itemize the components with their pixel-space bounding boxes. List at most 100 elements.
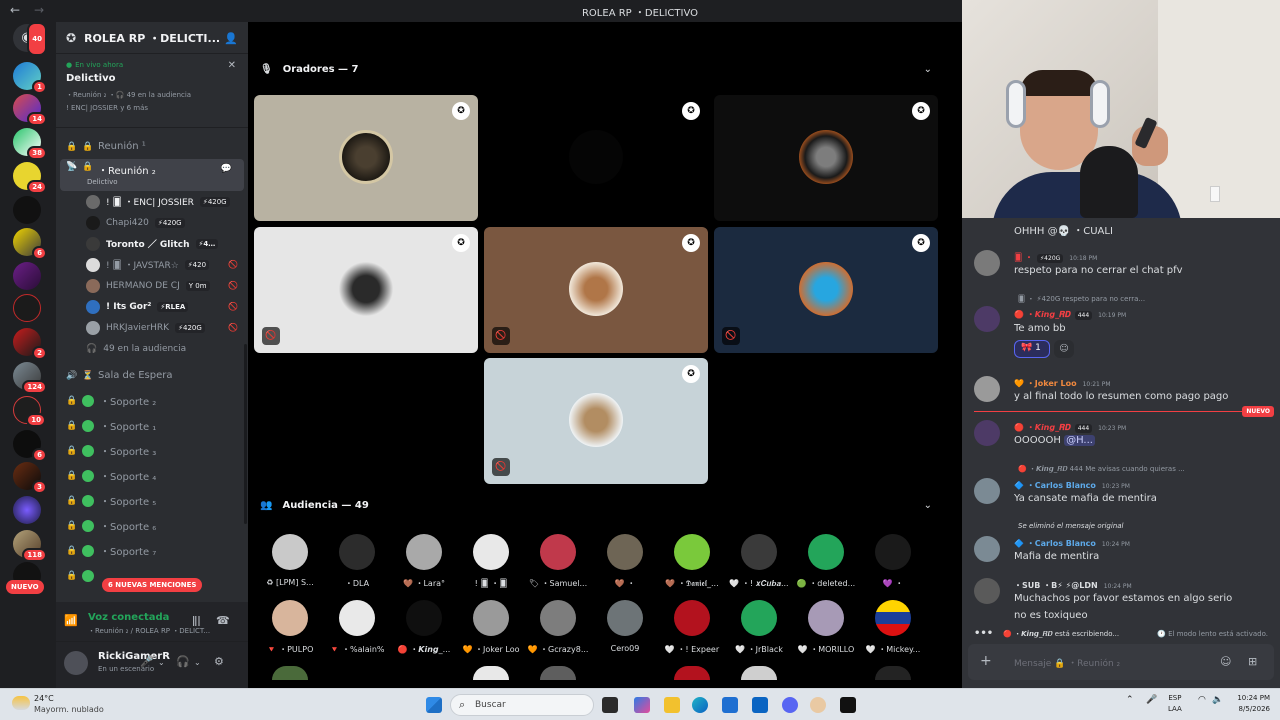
server-icon[interactable]: 118 — [13, 530, 47, 562]
discord-icon[interactable] — [782, 697, 798, 713]
channel-soporte[interactable]: 🔒 ・Soporte ₂ — [56, 388, 248, 413]
audience-member[interactable]: 🤍 ・Mickey... — [859, 600, 927, 655]
channel-reunion-2[interactable]: 📡 🔒 ・Reunión ₂ Delictivo 💬 — [60, 159, 244, 191]
channel-soporte[interactable]: 🔒 ・Soporte ₅ — [56, 488, 248, 513]
wifi-icon[interactable]: ◠ — [1198, 695, 1206, 705]
channel-reunion-1[interactable]: 🔒 🔒 Reunión ¹ — [56, 134, 248, 159]
server-icon[interactable]: 14 — [13, 94, 47, 126]
audience-member[interactable]: 🧡 ・Joker Loo — [457, 600, 525, 655]
speaker-tile[interactable]: ✪ — [254, 95, 478, 221]
audience-header[interactable]: 👥 Audiencia — 49 — [260, 500, 369, 511]
message-input[interactable]: Mensaje 🔒 ・Reunión ₂ — [1014, 656, 1120, 669]
message-composer[interactable]: + Mensaje 🔒 ・Reunión ₂ ☺ ⊞ — [968, 644, 1274, 680]
speaker-tile[interactable]: ✪ 🚫 — [484, 358, 708, 484]
signal-icon[interactable]: 📶 — [64, 614, 78, 627]
add-reaction-icon[interactable]: ☺ — [1054, 340, 1074, 358]
channel-soporte[interactable]: 🔒 ・Soporte ₇ — [56, 538, 248, 563]
member-row[interactable]: ! Its Gor² ⚡RLEA 🚫 — [56, 296, 248, 317]
outlook-icon[interactable] — [752, 697, 768, 713]
speaker-tile[interactable]: ✪ — [484, 95, 708, 221]
server-icon[interactable]: 24 — [13, 162, 47, 194]
audience-member[interactable]: 🔻 ・%alain% — [323, 600, 391, 655]
add-user-icon[interactable]: 👤 — [224, 32, 238, 45]
audience-member[interactable]: ♻ [LPM] S... — [256, 534, 324, 587]
audience-count-row[interactable]: 🎧 49 en la audiencia — [56, 338, 248, 359]
audience-member[interactable]: 🤎 ・𝕯𝖆𝖓𝖎𝖊𝖑_... — [658, 534, 726, 589]
reaction-chip[interactable]: 🎀 1 — [1014, 340, 1050, 358]
volume-icon[interactable]: 🔈 — [1212, 695, 1223, 705]
audience-member[interactable]: 🟢 ・deleted... — [792, 534, 860, 589]
live-stage-card[interactable]: En vivo ahora Delictivo ・Reunión ₂ ・🎧 49… — [56, 54, 248, 128]
headphones-icon[interactable]: 🎧 — [176, 655, 190, 668]
new-mentions-pill[interactable]: NUEVO — [6, 580, 44, 594]
audience-member[interactable]: 🧡 ・Gcrazy8... — [524, 600, 592, 655]
store-icon[interactable] — [722, 697, 738, 713]
direct-messages-icon[interactable]: ◉40 — [13, 22, 47, 56]
chevron-up-icon[interactable]: ⌃ — [1126, 695, 1134, 705]
language-indicator[interactable]: ESP LAA — [1168, 693, 1182, 715]
apps-icon[interactable]: ⊞ — [1248, 655, 1257, 668]
settings-gear-icon[interactable]: ⚙ — [214, 655, 224, 668]
tiktok-icon[interactable] — [840, 697, 856, 713]
speakers-header[interactable]: 🎙 Oradores — 7 — [260, 64, 359, 75]
server-icon[interactable] — [13, 262, 41, 290]
member-row[interactable]: HRKJavierHRK ⚡420G 🚫 — [56, 317, 248, 338]
taskbar-search[interactable]: ⌕ Buscar — [450, 694, 594, 716]
speaker-tile[interactable]: ✪ 🚫 — [714, 227, 938, 353]
copilot-icon[interactable] — [634, 697, 650, 713]
member-row[interactable]: HERMANO DE CJ Y 0m 🚫 — [56, 275, 248, 296]
user-mention[interactable]: @H... — [1064, 435, 1095, 446]
new-mentions-button[interactable]: 6 NUEVAS MENCIONES — [102, 578, 203, 592]
server-header[interactable]: ✪ ROLEA RP ・DELICTI... ⌄ 👤 — [56, 22, 248, 54]
channel-soporte[interactable]: 🔒 ・Soporte ₁ — [56, 413, 248, 438]
audience-member[interactable]: 🤍 ・! 𝒙𝑪𝒖𝒃𝒂... — [725, 534, 793, 589]
app-icon[interactable] — [810, 697, 826, 713]
audience-member[interactable] — [658, 666, 726, 680]
chevron-down-icon[interactable]: ⌄ — [158, 658, 165, 667]
server-icon[interactable]: 38 — [13, 128, 47, 160]
audience-member[interactable]: 🤎 ・ — [591, 534, 659, 589]
noise-suppression-icon[interactable]: ǁǀ — [192, 614, 201, 627]
member-row[interactable]: Toronto ／ Glitch ⚡4… — [56, 233, 248, 254]
member-row[interactable]: ! 🂠 ・ENC| JOSSIER ⚡420G — [56, 191, 248, 212]
audience-member[interactable]: 💜 ・ — [859, 534, 927, 589]
audience-member[interactable]: ・DLA — [323, 534, 391, 589]
audience-member[interactable] — [725, 666, 793, 680]
audience-member[interactable]: 🏷 ・Samuel... — [524, 534, 592, 589]
windows-start-icon[interactable] — [426, 697, 442, 713]
audience-member[interactable]: 🤍 ・MORILLO — [792, 600, 860, 655]
chat-bubble-icon[interactable]: 💬 — [221, 164, 232, 174]
channel-sala-de-espera[interactable]: 🔊 ⏳ Sala de Espera — [56, 363, 248, 388]
audience-member[interactable]: 🔴 ・𝙆𝙞𝙣𝙜_... — [390, 600, 458, 655]
audience-member[interactable] — [859, 666, 927, 680]
chevron-down-icon[interactable]: ⌄ — [924, 500, 932, 511]
server-icon[interactable]: 1 — [13, 62, 47, 94]
server-icon[interactable] — [13, 294, 41, 322]
server-icon[interactable] — [13, 196, 41, 224]
speaker-tile[interactable]: ✪ 🚫 — [484, 227, 708, 353]
task-view-icon[interactable] — [602, 697, 618, 713]
server-icon[interactable]: 6 — [13, 430, 47, 462]
chevron-down-icon[interactable]: ⌄ — [194, 658, 201, 667]
chevron-down-icon[interactable]: ⌄ — [924, 64, 932, 75]
plus-icon[interactable]: + — [980, 653, 992, 669]
close-icon[interactable]: ✕ — [228, 60, 236, 71]
sidebar-scrollbar[interactable] — [244, 344, 247, 524]
audience-member[interactable] — [256, 666, 324, 680]
server-icon[interactable] — [13, 496, 41, 524]
clock[interactable]: 10:24 PM 8/5/2026 — [1226, 693, 1270, 715]
channel-soporte[interactable]: 🔒 ・Soporte ₆ — [56, 513, 248, 538]
channel-soporte[interactable]: 🔒 ・Soporte ₃ — [56, 438, 248, 463]
server-icon[interactable]: 10 — [13, 396, 46, 427]
audience-member[interactable]: Cero09 — [591, 600, 659, 653]
avatar[interactable] — [64, 651, 88, 675]
emoji-icon[interactable]: ☺ — [1220, 655, 1231, 668]
edge-icon[interactable] — [692, 697, 708, 713]
member-row[interactable]: ! 🂠 ・JAVSTAR☆ ⚡420 🚫 — [56, 254, 248, 275]
server-icon[interactable]: 6 — [13, 228, 47, 260]
speaker-tile[interactable]: ✪ 🚫 — [254, 227, 478, 353]
audience-member[interactable] — [457, 666, 525, 680]
member-row[interactable]: Chapi420 ⚡420G — [56, 212, 248, 233]
audience-member[interactable]: 🤎 ・Lara° — [390, 534, 458, 589]
channel-soporte[interactable]: 🔒 ・Soporte ₄ — [56, 463, 248, 488]
